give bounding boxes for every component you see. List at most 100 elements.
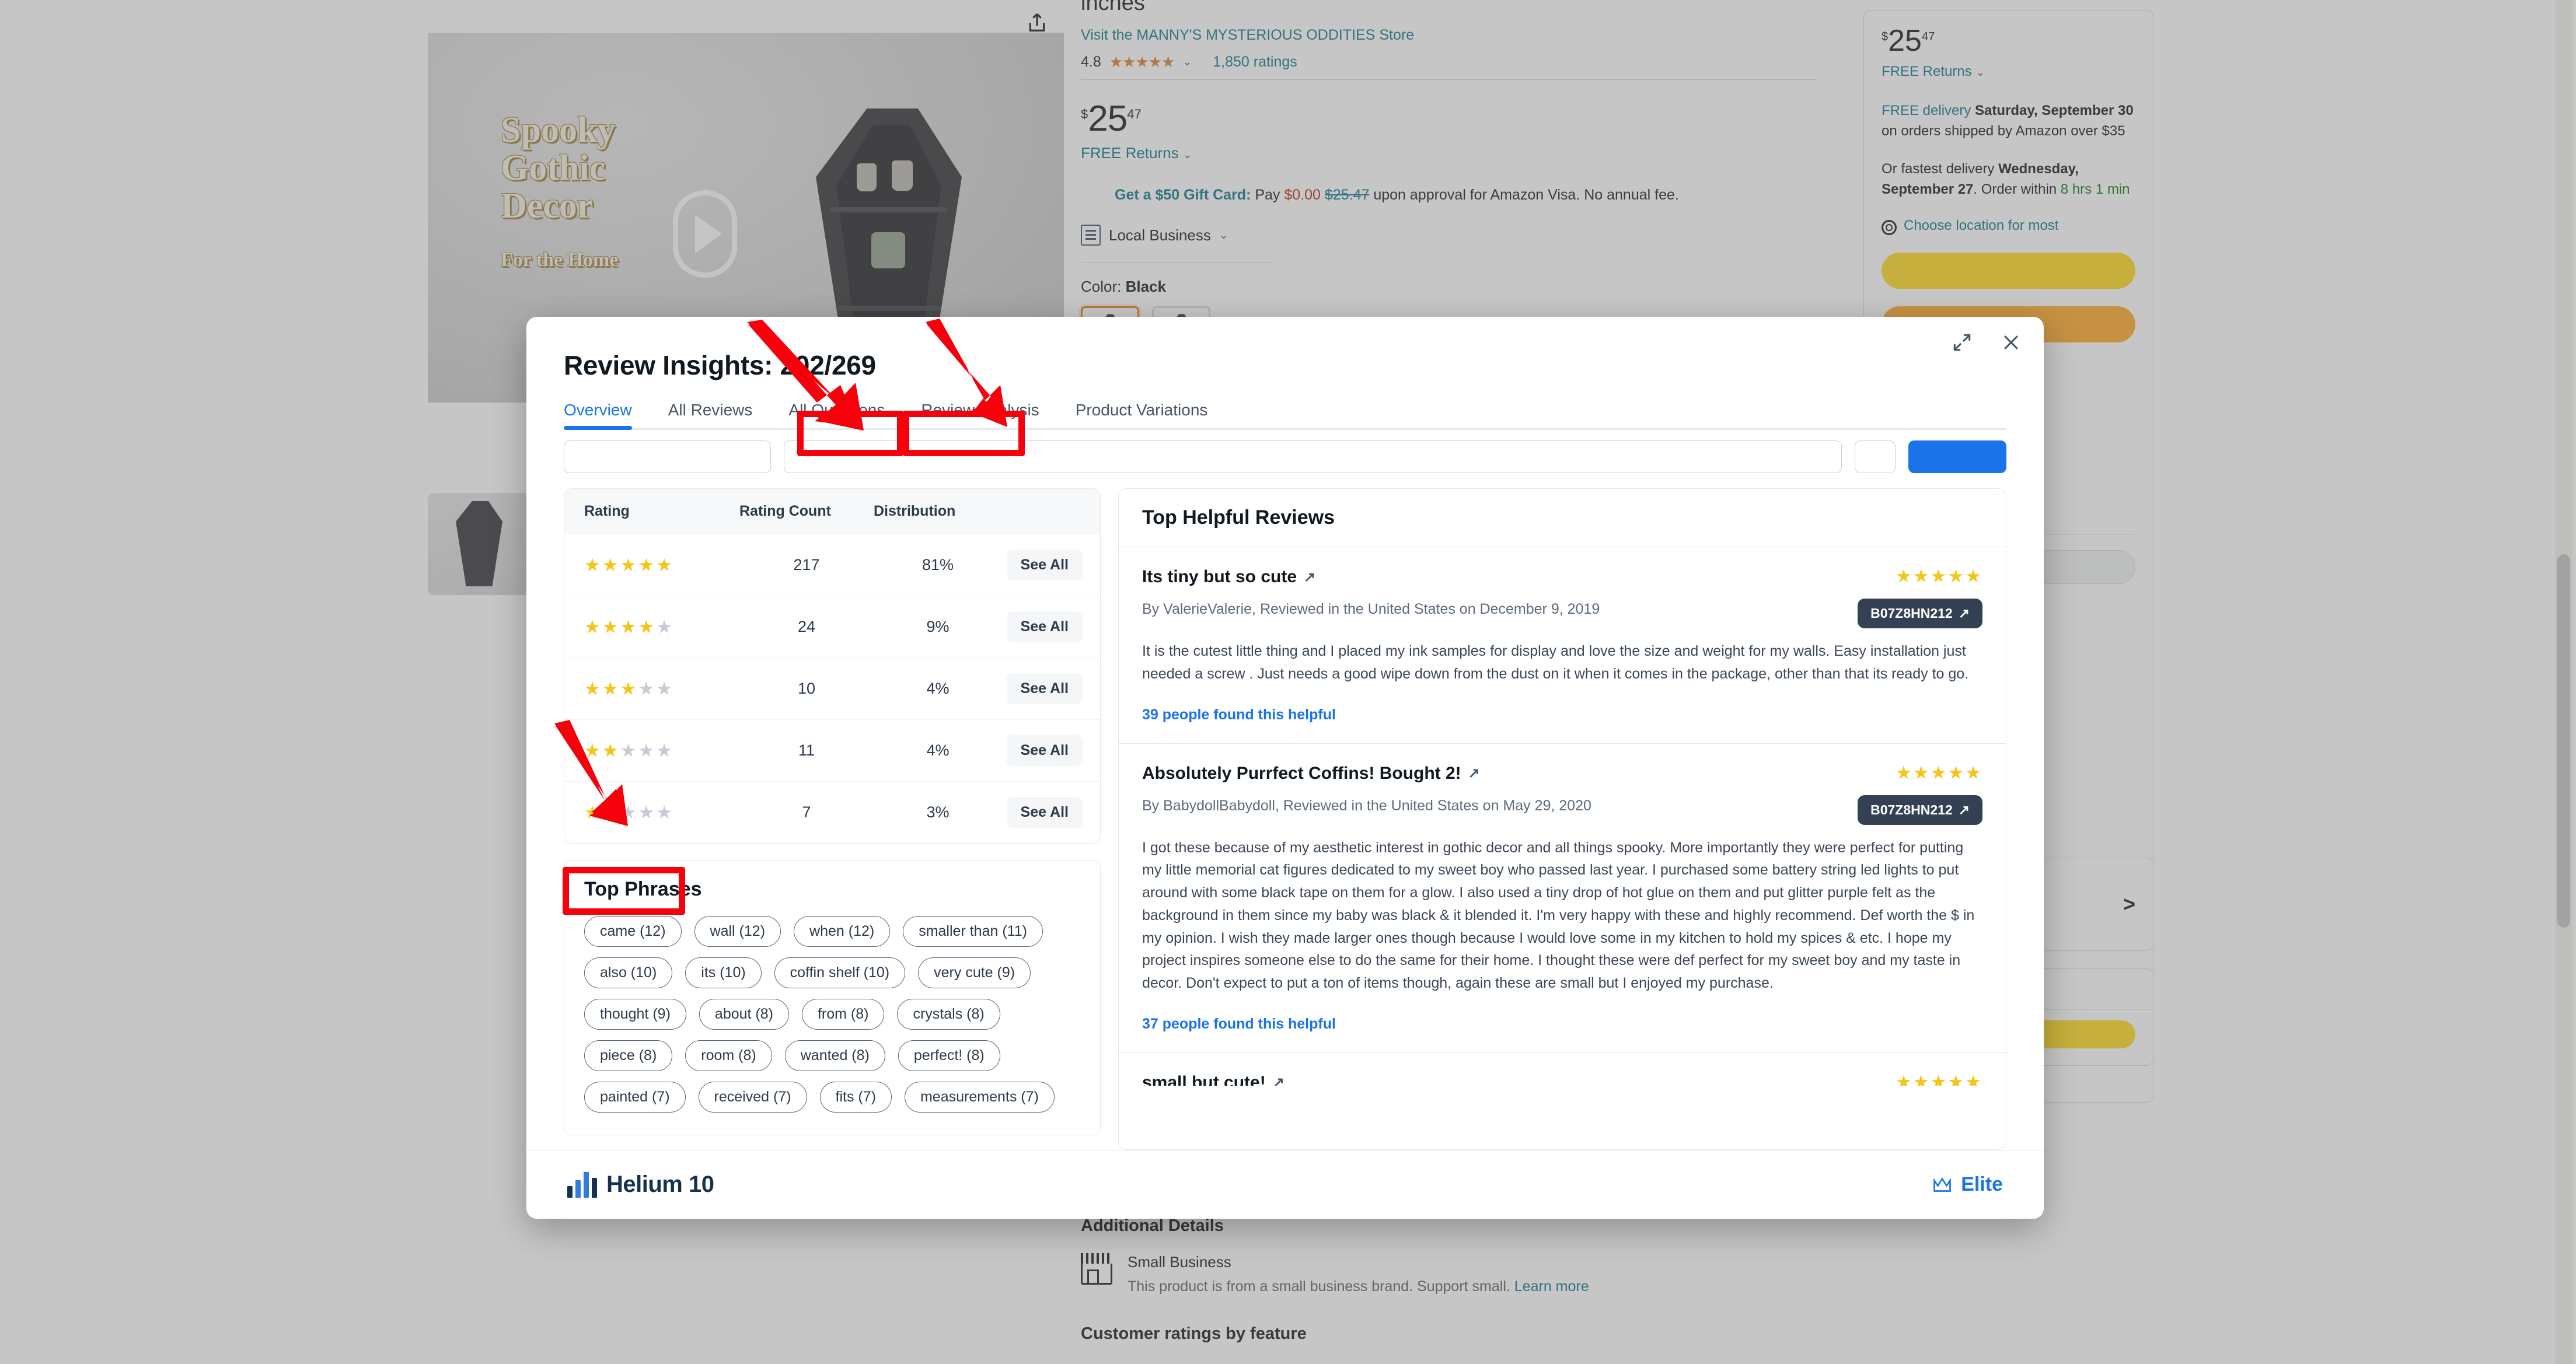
review-title-text: Its tiny but so cute xyxy=(1142,567,1297,586)
phrase-chip[interactable]: fits (7) xyxy=(819,1082,892,1113)
external-link-icon: ↗ xyxy=(1958,606,1970,621)
see-all-button[interactable]: See All xyxy=(1006,550,1083,580)
review-byline: By BabydollBabydoll, Reviewed in the Uni… xyxy=(1142,797,1591,814)
expand-icon[interactable] xyxy=(1949,330,1975,355)
phrase-chip[interactable]: its (10) xyxy=(685,957,762,988)
phrase-chip[interactable]: perfect! (8) xyxy=(898,1040,1000,1071)
modal-header: Review Insights: 202/269 Overview All Re… xyxy=(526,317,2044,430)
ratings-table: Rating Rating Count Distribution ★★★★★ 21… xyxy=(564,489,1100,843)
phrase-chip[interactable]: wanted (8) xyxy=(784,1040,885,1071)
screen-root: Spooky Gothic Decor For the Home inches … xyxy=(0,0,2576,1364)
elite-label: Elite xyxy=(1961,1173,2003,1195)
tab-overview[interactable]: Overview xyxy=(564,401,632,430)
table-row: ★★★★★ 217 81% See All xyxy=(564,534,1100,596)
review-body: I got these because of my aesthetic inte… xyxy=(1142,839,1975,992)
distribution-cell: 4% xyxy=(874,719,1002,782)
right-column: Top Helpful Reviews ★★★★★ B07Z8HN212 ↗ Its … xyxy=(1118,488,2006,1150)
tab-product-variations[interactable]: Product Variations xyxy=(1076,401,1208,430)
phrase-chip[interactable]: painted (7) xyxy=(584,1082,686,1113)
phrase-chip[interactable]: very cute (9) xyxy=(918,957,1031,988)
review-star-rating-icon: ★★★★★ xyxy=(1896,566,1982,586)
phrase-chip[interactable]: also (10) xyxy=(584,957,673,988)
phrase-chip[interactable]: smaller than (11) xyxy=(903,916,1043,947)
reviews-list: ★★★★★ B07Z8HN212 ↗ Its tiny but so cute ↗ By … xyxy=(1119,547,2006,1149)
phrase-chip[interactable]: wall (12) xyxy=(694,916,781,947)
col-actions xyxy=(1002,489,1100,534)
filter-small-button[interactable] xyxy=(1855,440,1896,473)
star-rating-icon: ★★★★★ xyxy=(584,802,674,823)
phrase-chip[interactable]: came (12) xyxy=(584,916,682,947)
phrase-chip[interactable]: room (8) xyxy=(685,1040,772,1071)
phrase-chip[interactable]: about (8) xyxy=(699,999,789,1030)
rating-stars-cell: ★★★★★ xyxy=(564,596,739,658)
rating-count-cell: 217 xyxy=(739,534,874,596)
star-rating-icon: ★★★★★ xyxy=(584,740,674,761)
filter-dropdown[interactable] xyxy=(564,440,771,473)
tab-review-analysis[interactable]: Review Analysis xyxy=(921,401,1039,430)
review-helpful-count[interactable]: 39 people found this helpful xyxy=(1142,707,1982,723)
review-meta: ★★★★★ xyxy=(1896,1072,1982,1086)
star-rating-icon: ★★★★★ xyxy=(584,678,674,699)
external-link-icon: ↗ xyxy=(1958,802,1970,817)
review-title-text: Absolutely Purrfect Coffins! Bought 2! xyxy=(1142,763,1461,783)
left-column: Rating Rating Count Distribution ★★★★★ 21… xyxy=(564,488,1101,1150)
phrase-chip[interactable]: thought (9) xyxy=(584,999,686,1030)
external-link-icon: ↗ xyxy=(1468,765,1480,781)
rating-count-cell: 11 xyxy=(739,719,874,782)
modal-body: Rating Rating Count Distribution ★★★★★ 21… xyxy=(526,473,2044,1150)
phrase-chip[interactable]: crystals (8) xyxy=(897,999,1000,1030)
crown-icon xyxy=(1933,1177,1952,1192)
search-input[interactable] xyxy=(784,440,1842,473)
phrase-chip[interactable]: from (8) xyxy=(801,999,885,1030)
review-title[interactable]: small but cute! ↗ xyxy=(1142,1073,1982,1086)
table-row: ★★★★★ 24 9% See All xyxy=(564,596,1100,658)
phrase-chip[interactable]: measurements (7) xyxy=(904,1082,1055,1113)
review-insights-modal: Review Insights: 202/269 Overview All Re… xyxy=(526,317,2044,1219)
rating-count-cell: 7 xyxy=(739,781,874,843)
modal-tabs: Overview All Reviews All Questions Revie… xyxy=(564,401,2006,430)
reviews-heading: Top Helpful Reviews xyxy=(1119,489,2006,547)
external-link-icon: ↗ xyxy=(1272,1075,1284,1086)
asin-badge[interactable]: B07Z8HN212 ↗ xyxy=(1858,599,1982,628)
helium10-logo: Helium 10 xyxy=(567,1171,714,1198)
table-header-row: Rating Rating Count Distribution xyxy=(564,489,1100,534)
top-phrases-title: Top Phrases xyxy=(584,878,702,900)
review-item-partial: small but cute! ↗ ★★★★★ xyxy=(1119,1053,2006,1086)
phrase-chip[interactable]: piece (8) xyxy=(584,1040,673,1071)
rating-stars-cell: ★★★★★ xyxy=(564,534,739,596)
asin-badge[interactable]: B07Z8HN212 ↗ xyxy=(1858,795,1982,825)
asin-label: B07Z8HN212 xyxy=(1870,606,1953,621)
col-rating-count: Rating Count xyxy=(739,489,874,534)
review-title-text: small but cute! xyxy=(1142,1072,1266,1086)
tab-all-questions[interactable]: All Questions xyxy=(788,401,885,430)
star-rating-icon: ★★★★★ xyxy=(584,554,674,575)
rating-stars-cell: ★★★★★ xyxy=(564,657,739,720)
review-helpful-count[interactable]: 37 people found this helpful xyxy=(1142,1016,1982,1033)
top-phrases-chip-list: came (12) wall (12) when (12) smaller than … xyxy=(584,916,1080,1113)
tab-all-reviews[interactable]: All Reviews xyxy=(668,401,753,430)
top-helpful-reviews-card: Top Helpful Reviews ★★★★★ B07Z8HN212 ↗ Its … xyxy=(1118,488,2006,1150)
apply-button[interactable] xyxy=(1908,440,2006,473)
phrase-chip[interactable]: received (7) xyxy=(698,1082,807,1113)
see-all-button[interactable]: See All xyxy=(1006,735,1083,766)
phrase-chip[interactable]: coffin shelf (10) xyxy=(774,957,906,988)
see-all-button[interactable]: See All xyxy=(1006,611,1083,642)
review-star-rating-icon: ★★★★★ xyxy=(1896,762,1982,783)
elite-badge[interactable]: Elite xyxy=(1932,1173,2003,1196)
asin-label: B07Z8HN212 xyxy=(1870,802,1953,817)
helium10-bars-icon xyxy=(567,1172,597,1198)
col-rating: Rating xyxy=(564,489,739,534)
see-all-button[interactable]: See All xyxy=(1006,797,1083,828)
distribution-cell: 9% xyxy=(874,596,1002,658)
review-item: ★★★★★ B07Z8HN212 ↗ Its tiny but so cute ↗ By … xyxy=(1119,547,2006,744)
close-icon[interactable] xyxy=(1998,330,2024,355)
review-title[interactable]: Its tiny but so cute ↗ xyxy=(1142,567,1982,587)
review-title[interactable]: Absolutely Purrfect Coffins! Bought 2! ↗ xyxy=(1142,764,1982,784)
distribution-cell: 4% xyxy=(874,657,1002,720)
table-row: ★★★★★ 7 3% See All xyxy=(564,781,1100,843)
rating-stars-cell: ★★★★★ xyxy=(564,719,739,782)
rating-count-cell: 24 xyxy=(739,596,874,658)
review-body: It is the cutest little thing and I plac… xyxy=(1142,643,1969,682)
see-all-button[interactable]: See All xyxy=(1006,673,1083,704)
phrase-chip[interactable]: when (12) xyxy=(794,916,891,947)
